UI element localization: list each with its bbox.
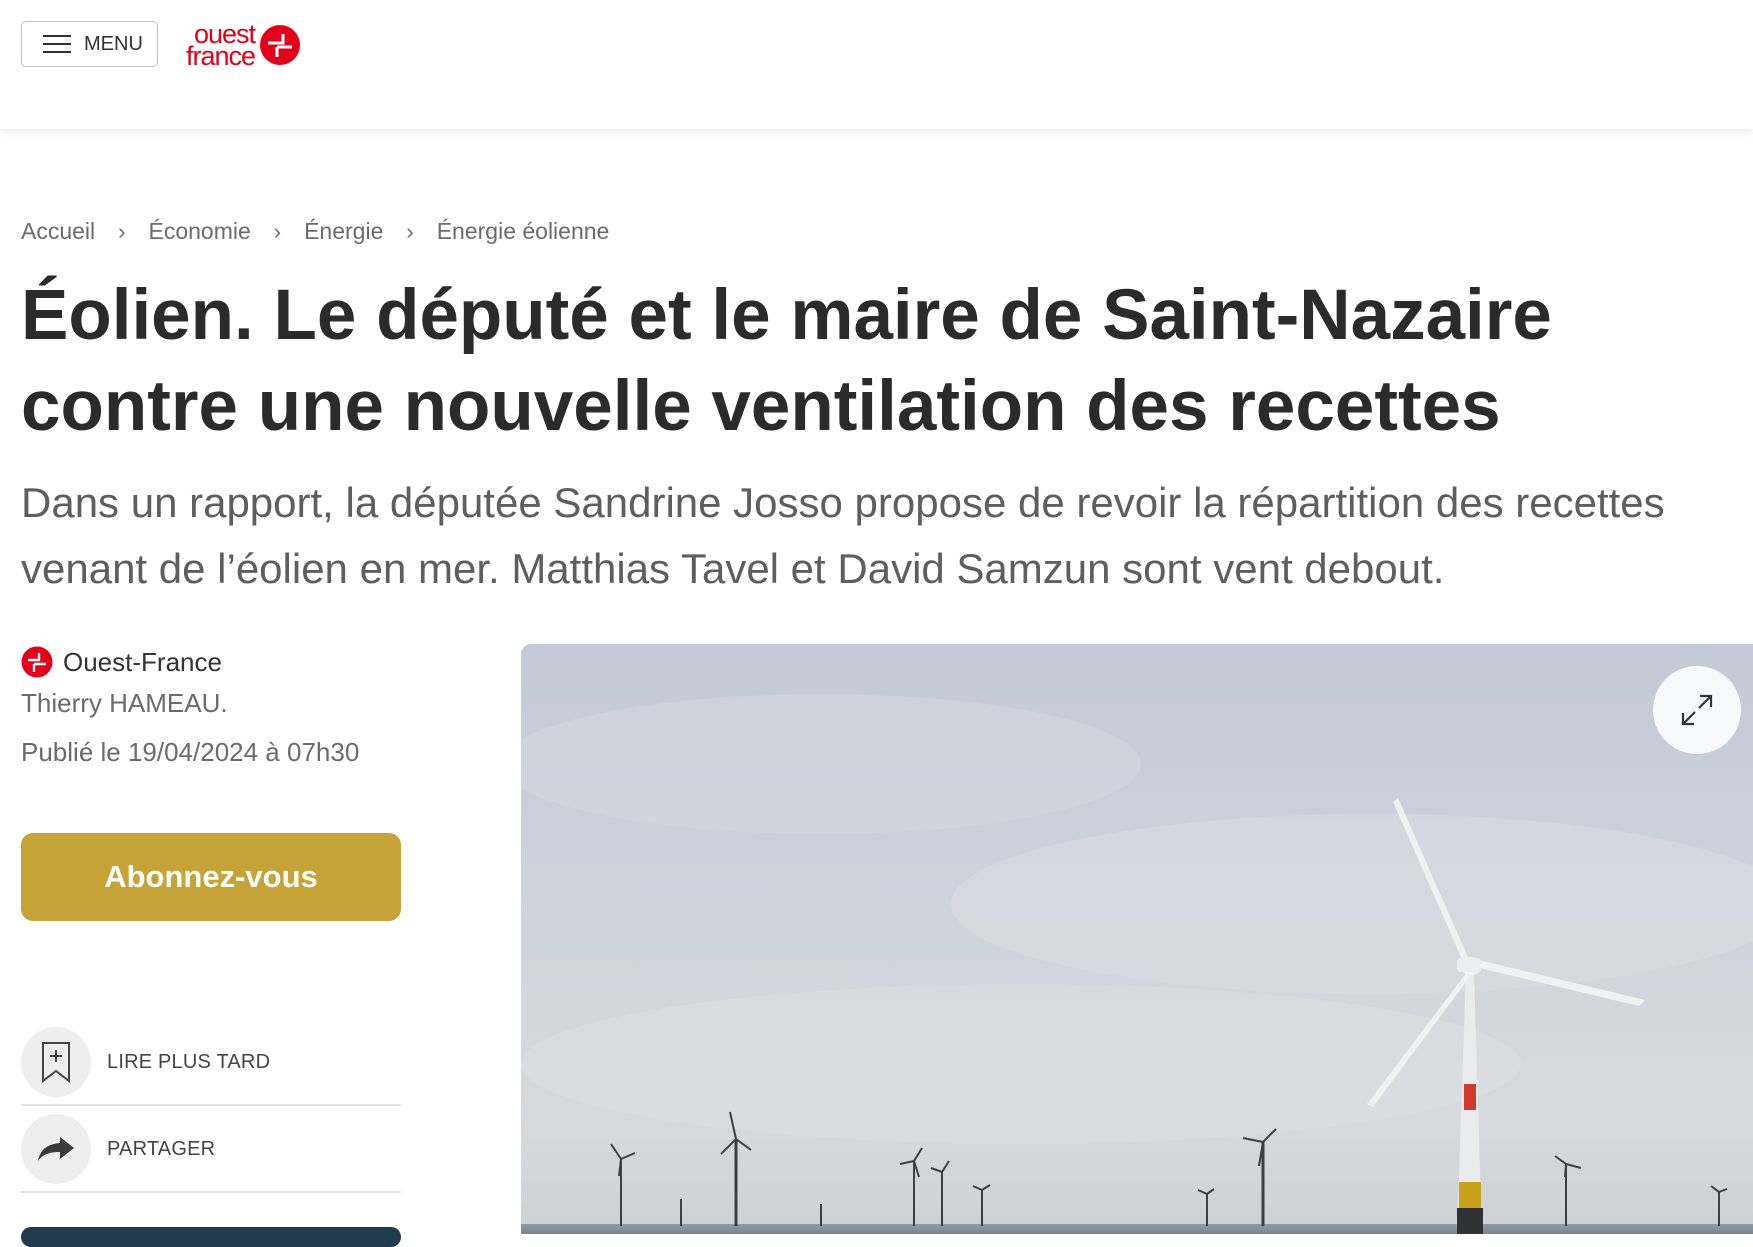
- article-lead: Dans un rapport, la députée Sandrine Jos…: [21, 479, 1665, 592]
- subscribe-button[interactable]: Abonnez-vous: [21, 833, 401, 921]
- publish-date: Publié le 19/04/2024 à 07h30: [21, 737, 360, 767]
- breadcrumb-item-energie[interactable]: Énergie: [304, 218, 383, 245]
- breadcrumb: Accueil › Économie › Énergie › Énergie é…: [21, 218, 609, 245]
- breadcrumb-item-accueil[interactable]: Accueil: [21, 218, 95, 245]
- breadcrumb-item-economie[interactable]: Économie: [148, 218, 250, 245]
- hamburger-icon: [43, 35, 71, 53]
- article-source: Ouest-France: [21, 646, 222, 678]
- logo-mark-icon: [260, 25, 301, 65]
- breadcrumb-separator: ›: [406, 218, 414, 244]
- breadcrumb-separator: ›: [273, 218, 282, 244]
- read-later-label: LIRE PLUS TARD: [107, 1050, 271, 1073]
- expand-icon: [1681, 694, 1713, 726]
- breadcrumb-item-energie-eolienne[interactable]: Énergie éolienne: [437, 218, 610, 245]
- menu-button[interactable]: MENU: [21, 21, 158, 67]
- bookmark-plus-icon: [21, 1027, 91, 1097]
- ouest-france-logo[interactable]: ouest france: [186, 19, 324, 71]
- share-button[interactable]: PARTAGER: [21, 1107, 401, 1193]
- article-author: Thierry HAMEAU.: [21, 688, 228, 718]
- source-name: Ouest-France: [63, 646, 222, 677]
- article-photo[interactable]: [521, 644, 1753, 1234]
- read-later-button[interactable]: LIRE PLUS TARD: [21, 1020, 401, 1106]
- share-arrow-icon: [21, 1114, 91, 1184]
- dark-action-button[interactable]: [21, 1227, 401, 1247]
- expand-image-button[interactable]: [1653, 666, 1741, 754]
- share-label: PARTAGER: [107, 1137, 216, 1160]
- ouest-france-mark-icon: [21, 646, 53, 678]
- breadcrumb-separator: ›: [118, 218, 126, 244]
- logo-wordmark: ouest france: [186, 19, 256, 71]
- menu-label: MENU: [84, 32, 143, 55]
- article-title: Éolien. Le député et le maire de Saint-N…: [21, 276, 1552, 446]
- site-header: MENU ouest france: [0, 0, 1753, 129]
